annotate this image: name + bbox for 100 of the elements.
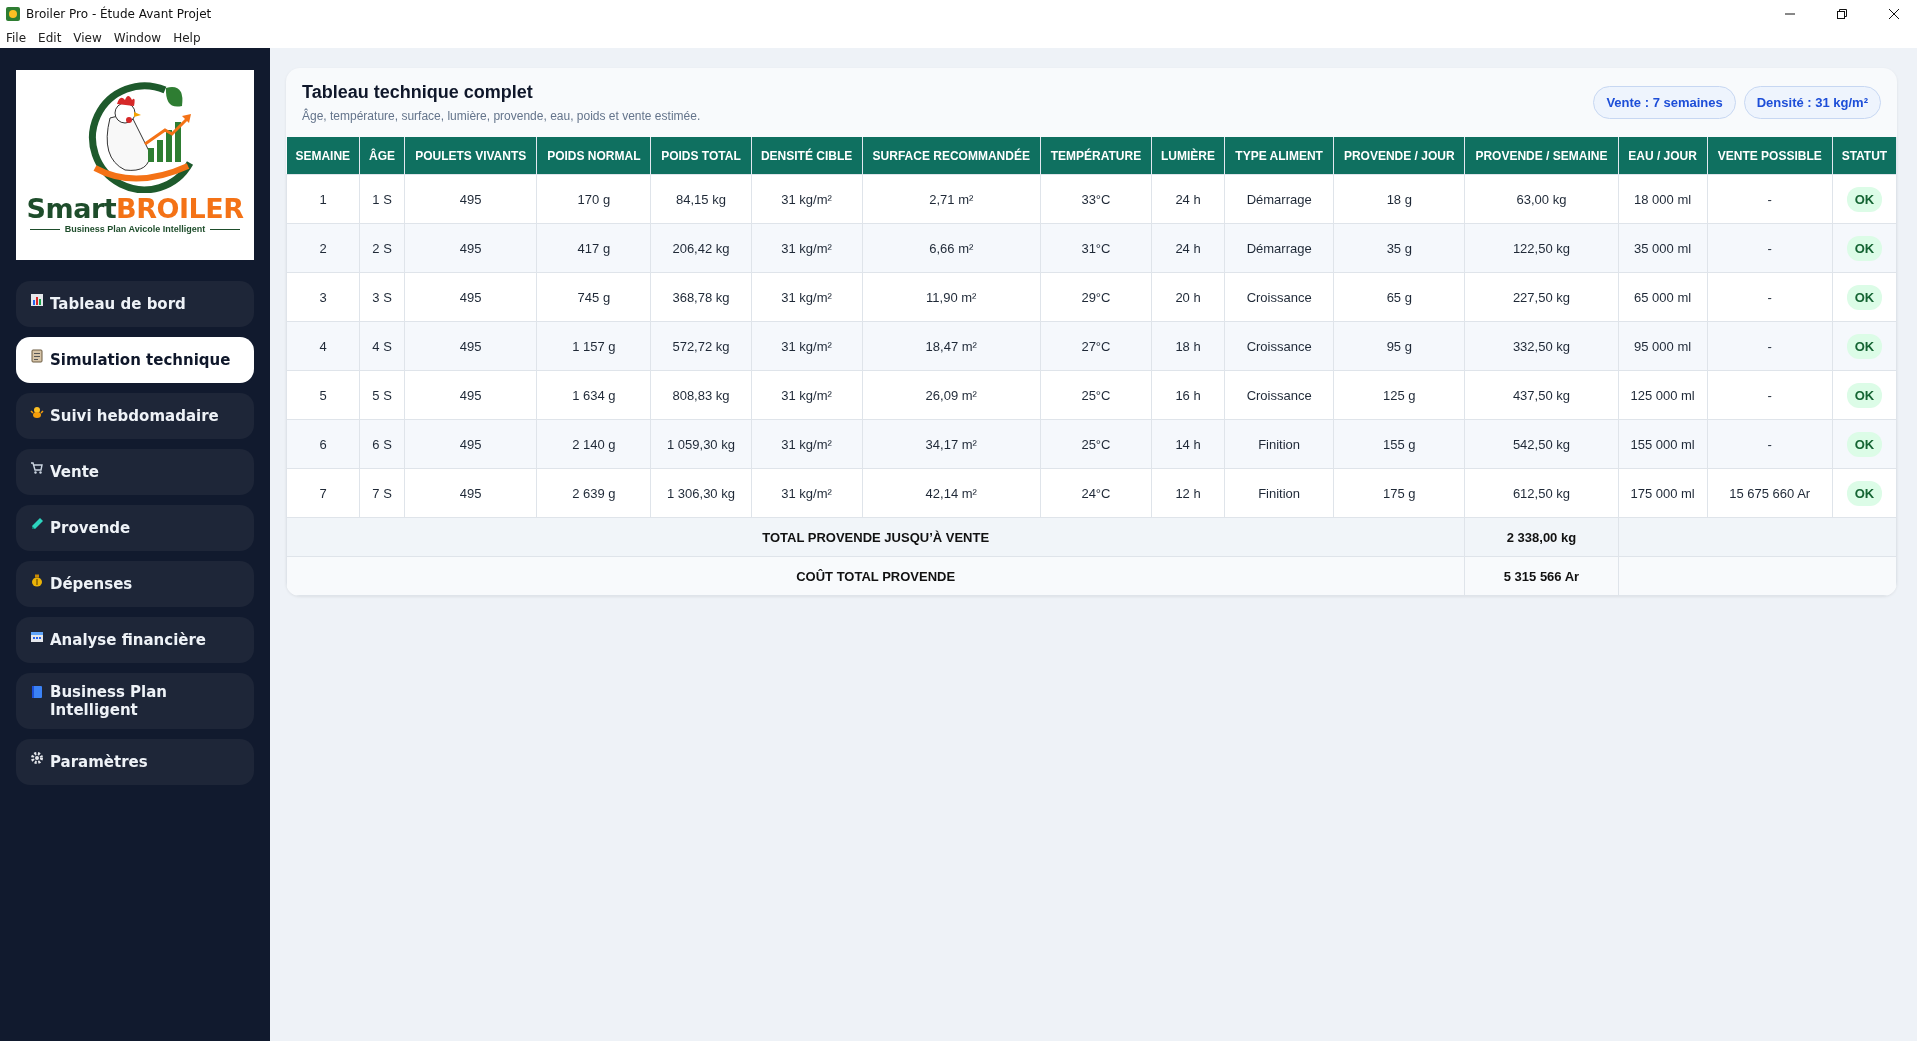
table-cell: 18 g [1333,174,1465,224]
table-cell: 4 [286,321,360,371]
column-header: TEMPÉRATURE [1040,137,1152,175]
sidebar-item[interactable]: Tableau de bord [16,281,254,327]
nav-icon [30,629,44,643]
nav-icon [30,573,44,587]
status-badge: OK [1846,382,1883,408]
table-cell: 31 kg/m² [751,174,863,224]
menu-item[interactable]: View [73,31,102,45]
table-cell: 18 000 ml [1618,174,1708,224]
table-cell: 65 g [1333,272,1465,322]
total-value: 5 315 566 Ar [1464,556,1619,596]
table-cell: 175 000 ml [1618,468,1708,518]
table-cell: 2,71 m² [862,174,1041,224]
table-cell: 745 g [536,272,651,322]
table-cell: 332,50 kg [1464,321,1619,371]
status-badge: OK [1846,333,1883,359]
table-cell: 15 675 660 Ar [1707,468,1833,518]
table-cell: 417 g [536,223,651,273]
menu-item[interactable]: File [6,31,27,45]
table-cell: Démarrage [1224,174,1334,224]
table-cell: 495 [404,223,537,273]
table-cell: 31 kg/m² [751,468,863,518]
column-header: ÂGE [359,137,405,175]
menu-item[interactable]: Edit [38,31,62,45]
table-cell: 155 g [1333,419,1465,469]
table-cell: 11,90 m² [862,272,1041,322]
table-cell: 84,15 kg [650,174,752,224]
table-cell: 227,50 kg [1464,272,1619,322]
table-cell: 125 000 ml [1618,370,1708,420]
table-cell: 7 S [359,468,405,518]
brand-name: SmartBROILER [26,193,244,224]
table-cell: 122,50 kg [1464,223,1619,273]
table-cell: 65 000 ml [1618,272,1708,322]
table-cell: 34,17 m² [862,419,1041,469]
table-cell: 1 059,30 kg [650,419,752,469]
table-cell: 14 h [1151,419,1225,469]
sidebar-item[interactable]: Suivi hebdomadaire [16,393,254,439]
table-cell: 1 157 g [536,321,651,371]
table-cell: 31 kg/m² [751,272,863,322]
table-cell: 175 g [1333,468,1465,518]
column-header: TYPE ALIMENT [1224,137,1334,175]
table-cell: 31 kg/m² [751,223,863,273]
table-cell: - [1707,370,1833,420]
table-cell: - [1707,272,1833,322]
column-header: PROVENDE / JOUR [1333,137,1465,175]
table-cell: 25°C [1040,419,1152,469]
table-cell: 6 [286,419,360,469]
table-cell: 35 000 ml [1618,223,1708,273]
table-cell: Finition [1224,419,1334,469]
card-title: Tableau technique complet [302,82,534,103]
table-cell: 206,42 kg [650,223,752,273]
table-cell: 31 kg/m² [751,419,863,469]
table-cell: 495 [404,321,537,371]
table-cell: 2 [286,223,360,273]
column-header: POULETS VIVANTS [404,137,537,175]
sidebar-item[interactable]: Simulation technique [16,337,254,383]
table-cell: 1 306,30 kg [650,468,752,518]
table-cell: 29°C [1040,272,1152,322]
total-label: COÛT TOTAL PROVENDE [286,556,1465,596]
table-cell: 31°C [1040,223,1152,273]
sidebar-item[interactable]: Provende [16,505,254,551]
window-title: Broiler Pro - Étude Avant Projet [26,7,213,21]
table-cell: 12 h [1151,468,1225,518]
table-cell: 1 S [359,174,405,224]
sidebar-item[interactable]: Vente [16,449,254,495]
table-cell: - [1707,419,1833,469]
table-cell: 33°C [1040,174,1152,224]
table-cell: 437,50 kg [1464,370,1619,420]
table-cell: 542,50 kg [1464,419,1619,469]
table-cell: 5 [286,370,360,420]
sidebar-item[interactable]: Paramètres [16,739,254,785]
table-cell: 95 g [1333,321,1465,371]
table-cell: 170 g [536,174,651,224]
sidebar-item[interactable]: Analyse financière [16,617,254,663]
table-cell: 572,72 kg [650,321,752,371]
column-header: EAU / JOUR [1618,137,1708,175]
menu-item[interactable]: Window [113,31,162,45]
nav-icon [30,405,44,419]
table-cell: 20 h [1151,272,1225,322]
table-cell: 3 [286,272,360,322]
status-badge: OK [1846,480,1883,506]
table-cell: 26,09 m² [862,370,1041,420]
table-cell: 18 h [1151,321,1225,371]
restore-icon [1837,9,1847,19]
sidebar-item[interactable]: Business Plan Intelligent [16,673,254,729]
info-pill: Vente : 7 semaines [1593,86,1736,119]
column-header: PROVENDE / SEMAINE [1464,137,1619,175]
table-cell: 16 h [1151,370,1225,420]
menu-item[interactable]: Help [173,31,201,45]
column-header: SEMAINE [286,137,360,175]
table-cell: - [1707,174,1833,224]
column-header: LUMIÈRE [1151,137,1225,175]
table-cell: 24 h [1151,174,1225,224]
table-cell: 31 kg/m² [751,370,863,420]
table-cell: 6 S [359,419,405,469]
table-cell: 31 kg/m² [751,321,863,371]
sidebar-item[interactable]: Dépenses [16,561,254,607]
card-subtitle: Âge, température, surface, lumière, provende, eau, poids et vente estimée. [302,109,701,123]
status-badge: OK [1846,284,1883,310]
